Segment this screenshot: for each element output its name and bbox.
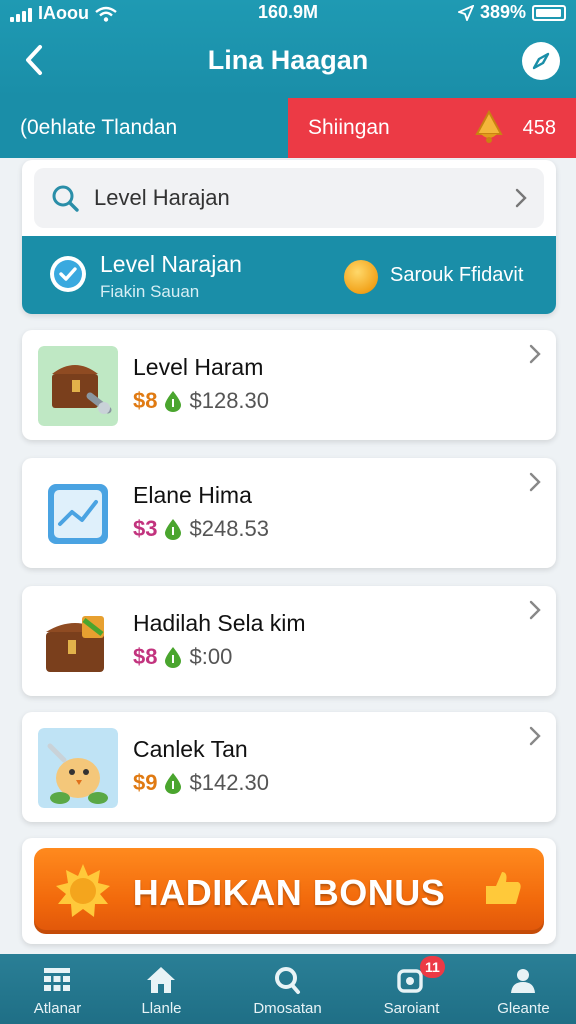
nav-label: Saroiant	[383, 1000, 440, 1017]
profile-icon	[511, 969, 535, 993]
bottom-nav: Atlanar Llanle Dmosatan 11 Saroiant Glea…	[0, 954, 576, 1024]
grid-icon	[44, 968, 70, 991]
compass-icon	[532, 52, 550, 70]
page-title: Lina Haagan	[207, 45, 369, 75]
battery-percent: 389%	[479, 2, 526, 22]
item-price-primary: $8	[133, 388, 158, 413]
item-price-primary: $3	[133, 516, 158, 541]
list-item[interactable]: Elane Hima $3 $248.53	[22, 458, 556, 568]
item-price-row: $8 $128.30	[133, 388, 269, 414]
chart-tile-icon	[48, 484, 108, 544]
item-price-primary: $9	[133, 770, 158, 795]
search-icon	[275, 967, 300, 994]
item-price-secondary: $142.30	[189, 770, 270, 795]
search-field[interactable]: Level Harajan	[34, 168, 544, 228]
nav-label: Gleante	[497, 1000, 550, 1017]
nav-tab-home[interactable]: Llanle	[104, 954, 219, 1024]
nav-tab-profile[interactable]: Gleante	[466, 954, 576, 1024]
nav-label: Atlanar	[33, 1000, 82, 1017]
coin-icon	[344, 260, 378, 294]
bonus-label: HADIKAN BONUS	[132, 872, 446, 913]
search-text: Level Harajan	[94, 185, 230, 210]
item-price-row: $3 $248.53	[133, 516, 269, 542]
item-price-secondary: $248.53	[189, 516, 270, 541]
item-name: Hadilah Sela kim	[133, 610, 306, 636]
tab-left[interactable]: (0ehlate Tlandan	[0, 98, 288, 158]
list-item[interactable]: Level Haram $8 $128.30	[22, 330, 556, 440]
chevron-right-icon	[529, 600, 541, 620]
item-name: Elane Hima	[133, 482, 252, 508]
drop-icon	[165, 391, 182, 412]
drop-icon	[165, 519, 182, 540]
notification-badge: 11	[420, 956, 445, 978]
home-icon	[147, 967, 175, 993]
level-banner[interactable]: Level Narajan Fiakin Sauan Sarouk Ffidav…	[22, 236, 556, 314]
level-banner-title: Level Narajan	[100, 251, 242, 277]
compass-button[interactable]	[522, 42, 560, 80]
item-price-secondary: $:00	[189, 644, 233, 669]
tab-right-count: 458	[522, 117, 556, 139]
item-price-primary: $8	[133, 644, 158, 669]
bonus-button[interactable]: HADIKAN BONUS	[34, 848, 544, 934]
tab-right-label: Shiingan	[308, 116, 390, 139]
drop-icon	[165, 647, 182, 668]
item-name: Canlek Tan	[133, 736, 248, 762]
battery-icon	[532, 4, 566, 21]
checkmark-icon	[50, 256, 86, 292]
nav-label: Llanle	[141, 1000, 182, 1017]
list-item[interactable]: Canlek Tan $9 $142.30	[22, 712, 556, 822]
nav-label: Dmosatan	[253, 1000, 322, 1017]
nav-tab-atlanar[interactable]: Atlanar	[0, 954, 115, 1024]
chevron-right-icon	[529, 472, 541, 492]
chicken-chef-icon	[38, 728, 118, 808]
item-price-row: $8 $:00	[133, 644, 232, 670]
tab-right[interactable]: Shiingan 458	[288, 98, 576, 158]
search-icon	[52, 185, 79, 212]
trophy-bell-icon	[475, 109, 503, 143]
status-bar: IAoou 160.9M 389%	[0, 0, 576, 26]
gift-chest-icon	[46, 616, 104, 672]
nav-tab-notifications[interactable]: 11 Saroiant	[354, 954, 469, 1024]
level-banner-right-text: Sarouk Ffidavit	[390, 264, 524, 286]
thumbs-up-icon	[486, 872, 521, 904]
status-right: 389%	[457, 2, 566, 23]
chevron-right-icon	[529, 344, 541, 364]
item-price-secondary: $128.30	[189, 388, 270, 413]
list-item[interactable]: Hadilah Sela kim $8 $:00	[22, 586, 556, 696]
level-banner-subtitle: Fiakin Sauan	[100, 282, 200, 301]
nav-tab-search[interactable]: Dmosatan	[230, 954, 345, 1024]
drop-icon	[165, 773, 182, 794]
app-header: IAoou 160.9M 389% Lina Haagan	[0, 0, 576, 98]
location-icon	[457, 4, 474, 21]
item-price-row: $9 $142.30	[133, 770, 269, 796]
bonus-container: HADIKAN BONUS	[22, 838, 556, 944]
item-name: Level Haram	[133, 354, 264, 380]
chevron-right-icon	[529, 726, 541, 746]
treasure-chest-icon	[38, 346, 118, 426]
chevron-right-icon	[515, 188, 527, 208]
